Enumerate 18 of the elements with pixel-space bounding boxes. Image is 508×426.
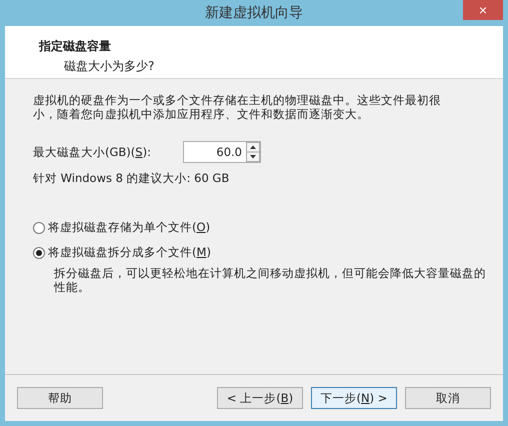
size-spinbox[interactable]: 60.0: [183, 141, 261, 163]
cancel-button[interactable]: 取消: [405, 387, 491, 409]
recommendation-text: 针对 Windows 8 的建议大小: 60 GB: [33, 171, 230, 186]
radio-button[interactable]: [33, 246, 45, 258]
next-button[interactable]: 下一步(N) >: [311, 387, 397, 409]
back-button[interactable]: < 上一步(B): [217, 387, 303, 409]
option-label[interactable]: 将虚拟磁盘存储为单个文件(O): [48, 220, 210, 235]
page-title: 指定磁盘容量: [39, 38, 112, 55]
description-text: 虚拟机的硬盘作为一个或多个文件存储在主机的物理磁盘中。这些文件最初很小，随着您向虚拟机中添加应用程序、文件和数据而逐渐变大。: [33, 93, 442, 121]
radio-button[interactable]: [33, 222, 45, 234]
option-note: 拆分磁盘后，可以更轻松地在计算机之间移动虚拟机，但可能会降低大容量磁盘的性能。: [52, 266, 487, 294]
field-label: 最大磁盘大小(GB)(S):: [33, 144, 152, 160]
help-button[interactable]: 帮助: [17, 387, 103, 409]
spin-arrows-icon[interactable]: [246, 142, 260, 162]
window-title: 新建虚拟机向导: [205, 4, 303, 22]
option-label[interactable]: 将虚拟磁盘拆分成多个文件(M): [48, 245, 211, 260]
page-subtitle: 磁盘大小为多少?: [63, 58, 156, 75]
close-button[interactable]: ×: [463, 0, 503, 20]
